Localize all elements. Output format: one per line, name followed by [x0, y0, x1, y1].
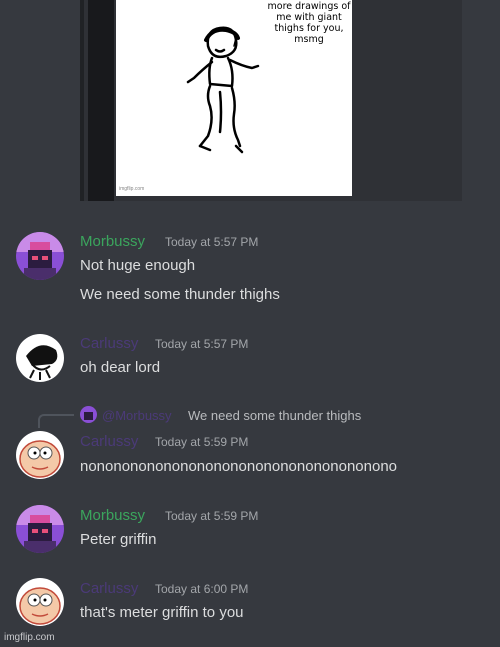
avatar-carlussy[interactable]: [16, 334, 64, 382]
timestamp: Today at 5:57 PM: [165, 235, 259, 249]
timestamp: Today at 5:59 PM: [165, 509, 259, 523]
peter-griffin-avatar-icon: [16, 578, 64, 626]
author-name[interactable]: Carlussy: [80, 433, 138, 450]
timestamp: Today at 5:59 PM: [155, 435, 249, 449]
reply-connector: [38, 414, 74, 428]
avatar-morbussy[interactable]: [16, 505, 64, 553]
avatar-morbussy[interactable]: [16, 232, 64, 280]
meme-source-label: imgflip.com: [119, 186, 145, 192]
reply-avatar[interactable]: [80, 406, 97, 423]
morbius-avatar-icon: [16, 232, 64, 280]
sunglasses-face-avatar-icon: [16, 334, 64, 382]
message-text: oh dear lord: [80, 359, 161, 376]
reply-mention[interactable]: @Morbussy: [102, 408, 172, 423]
author-name[interactable]: Carlussy: [80, 335, 138, 352]
message-text: nonononononononononononononononononono: [80, 458, 398, 475]
message-text: Not huge enough: [80, 257, 196, 274]
message-text: Peter griffin: [80, 531, 157, 548]
avatar-carlussy[interactable]: [16, 578, 64, 626]
morbius-avatar-small-icon: [80, 406, 97, 423]
timestamp: Today at 6:00 PM: [155, 582, 249, 596]
author-name[interactable]: Morbussy: [80, 507, 145, 524]
meme-caption: more drawings of me with giant thighs fo…: [267, 1, 351, 45]
message-text: that's meter griffin to you: [80, 604, 244, 621]
message-text: We need some thunder thighs: [80, 286, 280, 303]
peter-griffin-avatar-icon: [16, 431, 64, 479]
avatar-carlussy[interactable]: [16, 431, 64, 479]
embed-dark-strip: [88, 0, 114, 201]
author-name[interactable]: Morbussy: [80, 233, 145, 250]
author-name[interactable]: Carlussy: [80, 580, 138, 597]
timestamp: Today at 5:57 PM: [155, 337, 249, 351]
meme-image[interactable]: more drawings of me with giant thighs fo…: [116, 0, 352, 196]
watermark: imgflip.com: [4, 632, 55, 643]
reply-preview-text[interactable]: We need some thunder thighs: [188, 408, 361, 423]
morbius-avatar-icon: [16, 505, 64, 553]
